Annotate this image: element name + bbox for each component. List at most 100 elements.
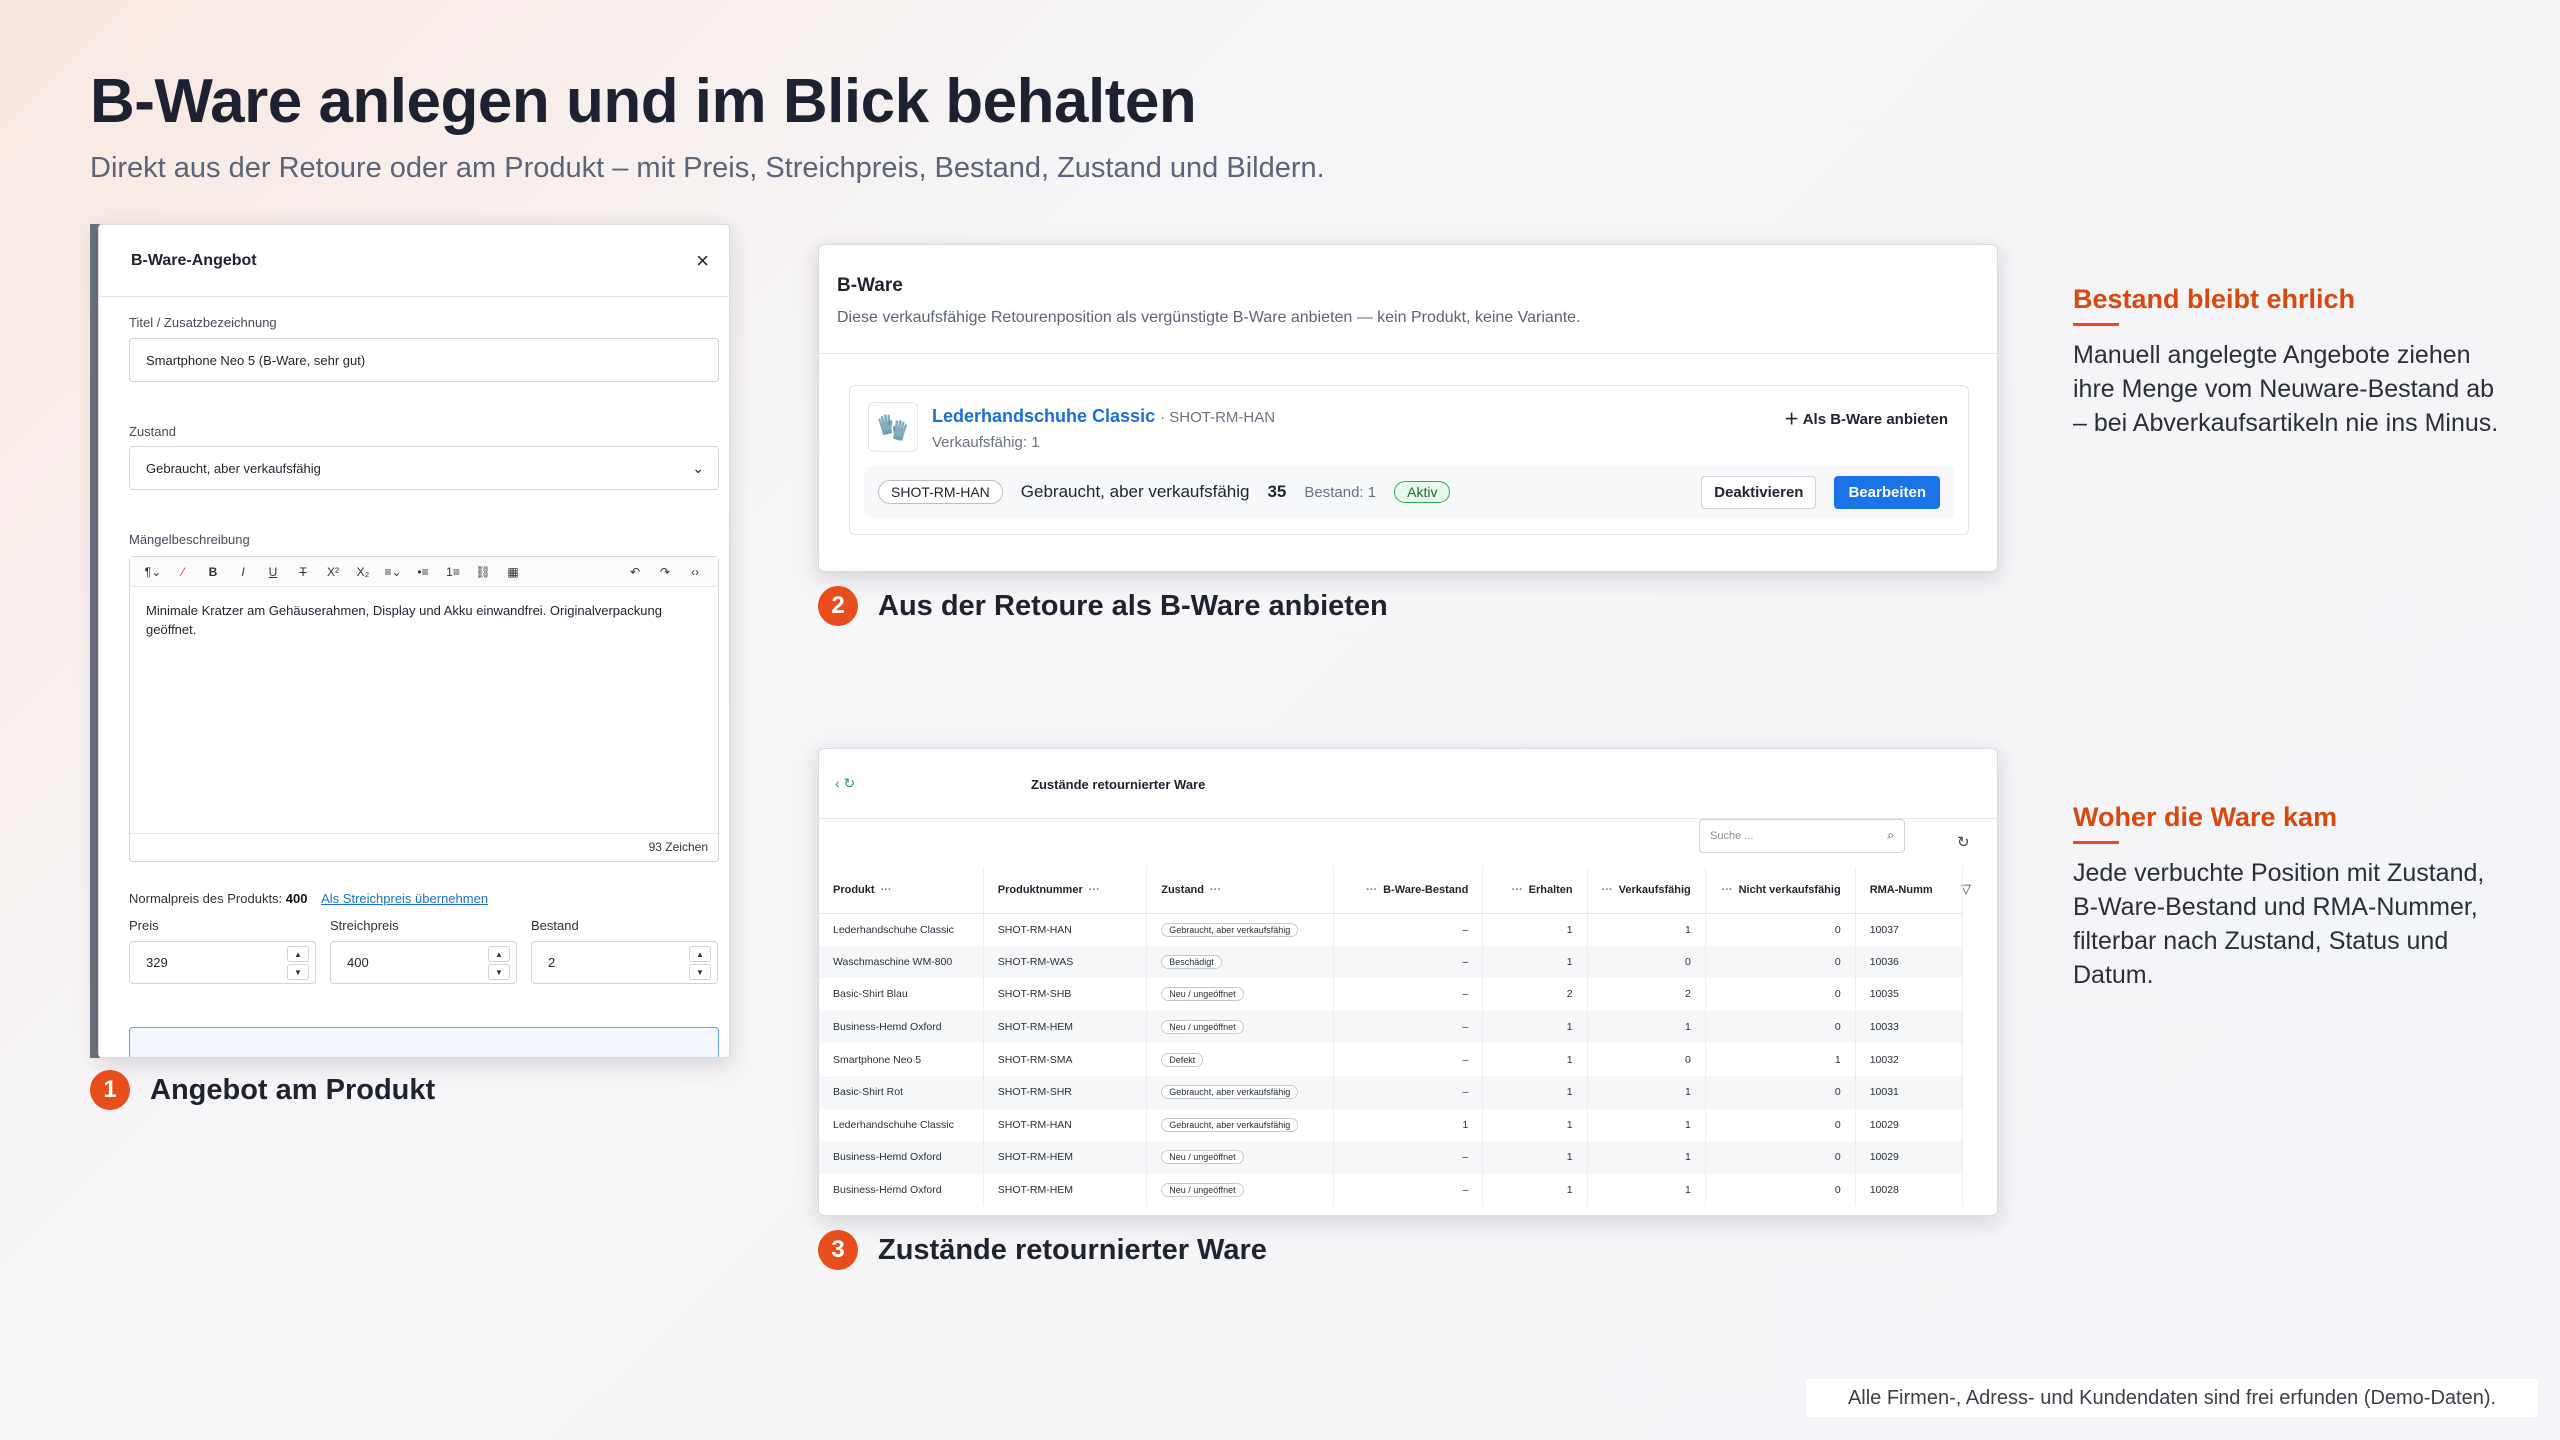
strikethrough-icon[interactable]: T [288,565,318,579]
table-row[interactable]: Lederhandschuhe Classic SHOT-RM-HAN Gebrau… [819,913,1964,946]
column-menu-icon[interactable]: ··· [1210,884,1221,896]
stepper-down-icon[interactable]: ▼ [689,964,711,980]
page-subtitle: Direkt aus der Retoure oder am Produkt –… [90,152,1325,184]
status-badge: Aktiv [1394,481,1451,503]
cell-value: – [1462,988,1469,1001]
column-menu-icon[interactable]: ··· [1512,884,1523,896]
table-cell: Beschädigt [1146,945,1335,979]
redo-icon[interactable]: ↷ [650,565,680,579]
table-cell: Waschmaschine WM-800 [819,945,984,979]
offer-label: Als B-Ware anbieten [1802,411,1948,428]
table-cell: – [1333,1141,1484,1174]
table-row[interactable]: Basic-Shirt Rot SHOT-RM-SHR Gebraucht, abe… [819,1075,1964,1109]
clear-format-icon[interactable]: ⁄ [168,565,198,579]
align-icon[interactable]: ≡⌄ [378,565,408,579]
stepper-up-icon[interactable]: ▲ [488,946,510,962]
table-icon[interactable]: ▦ [498,565,528,579]
table-cell: 0 [1705,913,1856,946]
subscript-icon[interactable]: X₂ [348,565,378,579]
cell-value: – [1462,1021,1469,1034]
cell-value: Lederhandschuhe Classic [833,1118,954,1131]
condition-pill: Neu / ungeöffnet [1161,1183,1244,1198]
stepper-up-icon[interactable]: ▲ [689,946,711,962]
cell-value: SHOT-RM-HEM [997,1184,1074,1197]
numbered-list-icon[interactable]: 1≡ [438,565,468,579]
condition-select[interactable]: Gebraucht, aber verkaufsfähig ⌄ [129,446,719,490]
table-cell: 0 [1587,945,1706,979]
column-header[interactable]: Produkt ··· [819,867,984,914]
side-text: Jede verbuchte Position mit Zustand, B-W… [2073,859,2485,989]
title-input[interactable]: Smartphone Neo 5 (B-Ware, sehr gut) [129,338,719,382]
table-row[interactable]: Lederhandschuhe Classic SHOT-RM-HAN Gebrau… [819,1108,1964,1142]
stepper-up-icon[interactable]: ▲ [287,946,309,962]
cell-value: 10035 [1869,988,1899,1001]
table-row[interactable]: Business-Hemd Oxford SHOT-RM-HEM Neu / ung… [819,1173,1964,1207]
bold-icon[interactable]: B [198,565,228,579]
stock-input[interactable]: 2 ▲ ▼ [531,941,718,984]
editor-toolbar: ¶⌄ ⁄ B I U T X² X₂ ≡⌄ •≡ 1≡ ⛓ ▦ ↶ ↷ ‹› [130,557,718,587]
column-menu-icon[interactable]: ··· [1089,884,1100,896]
underline-icon[interactable]: U [258,565,288,579]
product-link[interactable]: Lederhandschuhe Classic · SHOT-RM-HAN [932,406,1275,427]
take-strike-price-link[interactable]: Als Streichpreis übernehmen [321,891,488,906]
paragraph-icon[interactable]: ¶⌄ [138,565,168,579]
chevron-down-icon: ⌄ [692,460,704,476]
refresh-icon[interactable]: ↻ [1957,833,1970,851]
column-header[interactable]: ··· B-Ware-Bestand [1333,867,1484,914]
code-view-icon[interactable]: ‹› [680,565,710,579]
table-cell: SHOT-RM-HAN [983,913,1148,946]
cell-value: Lederhandschuhe Classic [833,923,954,936]
italic-icon[interactable]: I [228,565,258,579]
returned-goods-table: Produkt ··· Produktnummer ··· Zustand ··· ··· B… [819,867,1964,1207]
table-cell: 1 [1482,945,1588,979]
close-icon[interactable]: × [696,248,709,274]
column-header[interactable]: ··· Nicht verkaufsfähig [1705,867,1856,914]
back-icon[interactable]: ‹ ↻ [835,775,855,792]
edit-button[interactable]: Bearbeiten [1834,475,1940,509]
link-icon[interactable]: ⛓ [468,565,498,579]
price-field: Preis 329 ▲ ▼ [129,918,316,984]
superscript-icon[interactable]: X² [318,565,348,579]
info-box [129,1027,719,1057]
caption-3: 3 Zustände retournierter Ware [818,1230,1267,1270]
column-menu-icon[interactable]: ··· [881,884,892,896]
undo-icon[interactable]: ↶ [620,565,650,579]
price-input[interactable]: 329 ▲ ▼ [129,941,316,984]
stock-field: Bestand 2 ▲ ▼ [531,918,718,984]
cell-value: 1 [1684,1151,1691,1164]
table-row[interactable]: Business-Hemd Oxford SHOT-RM-HEM Neu / ung… [819,1141,1964,1174]
condition-pill: Neu / ungeöffnet [1161,987,1244,1002]
cell-value: 0 [1684,955,1691,968]
cell-value: 0 [1684,1053,1691,1066]
defects-editor[interactable]: ¶⌄ ⁄ B I U T X² X₂ ≡⌄ •≡ 1≡ ⛓ ▦ ↶ ↷ ‹› M… [129,556,719,862]
column-header[interactable]: RMA-Numm [1855,867,1964,914]
column-label: Zustand [1161,883,1204,896]
product-name[interactable]: Lederhandschuhe Classic [932,406,1155,426]
table-cell: 10029 [1855,1141,1964,1174]
table-row[interactable]: Waschmaschine WM-800 SHOT-RM-WAS Beschädig… [819,945,1964,979]
cell-value: 10028 [1869,1184,1899,1197]
deactivate-button[interactable]: Deaktivieren [1701,475,1817,509]
column-menu-icon[interactable]: ··· [1722,884,1733,896]
column-header[interactable]: ··· Erhalten [1482,867,1588,914]
column-header[interactable]: Produktnummer ··· [983,867,1148,914]
column-menu-icon[interactable]: ··· [1602,884,1613,896]
offer-as-b-ware-button[interactable]: ＋ Als B-Ware anbieten [1784,408,1948,429]
search-input[interactable]: Suche ... ⌕ [1699,819,1905,853]
cell-value: SHOT-RM-SMA [997,1053,1073,1066]
table-cell: 10029 [1855,1108,1964,1142]
cell-value: 1 [1566,1053,1573,1066]
table-cell: Neu / ungeöffnet [1146,1141,1335,1174]
strike-input[interactable]: 400 ▲ ▼ [330,941,517,984]
table-row[interactable]: Basic-Shirt Blau SHOT-RM-SHB Neu / ungeöff… [819,978,1964,1011]
table-cell: 0 [1587,1043,1706,1076]
column-header[interactable]: Zustand ··· [1146,867,1335,914]
stepper-down-icon[interactable]: ▼ [488,964,510,980]
bullet-list-icon[interactable]: •≡ [408,565,438,579]
column-menu-icon[interactable]: ··· [1366,884,1377,896]
column-header[interactable]: ··· Verkaufsfähig [1587,867,1706,914]
table-row[interactable]: Smartphone Neo 5 SHOT-RM-SMA Defekt – 1 0 1 100… [819,1043,1964,1076]
table-cell: 0 [1705,1075,1856,1109]
table-row[interactable]: Business-Hemd Oxford SHOT-RM-HEM Neu / ung… [819,1010,1964,1044]
stepper-down-icon[interactable]: ▼ [287,964,309,980]
